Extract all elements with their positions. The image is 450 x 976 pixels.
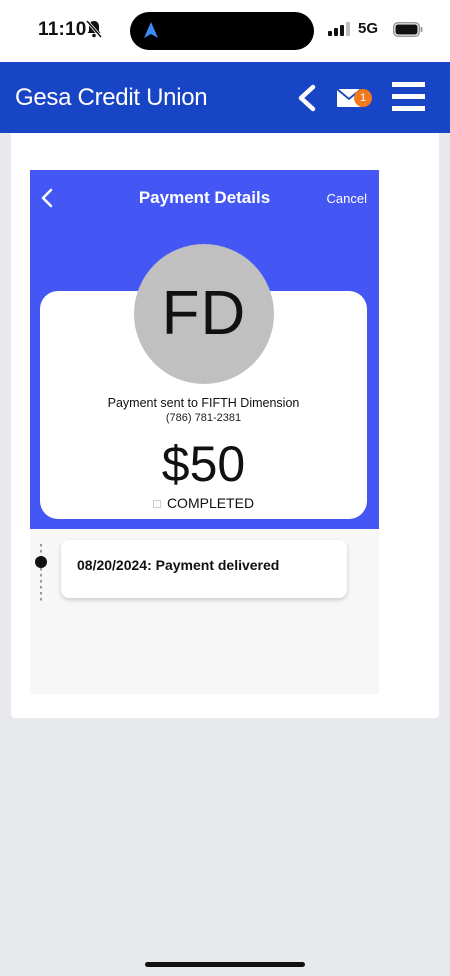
- cancel-button[interactable]: Cancel: [327, 191, 367, 206]
- location-arrow-icon: [144, 22, 158, 38]
- menu-icon-bar: [392, 94, 425, 99]
- avatar: FD: [134, 244, 274, 384]
- menu-button[interactable]: [392, 82, 425, 112]
- payment-amount: $50: [161, 436, 246, 492]
- mail-badge: 1: [354, 89, 372, 107]
- timeline-event-card: 08/20/2024: Payment delivered: [61, 540, 347, 598]
- content-card: Payment Details Cancel FD Payment sent t…: [11, 133, 439, 718]
- menu-icon-bar: [392, 82, 425, 87]
- status-bar: 11:10 5G: [0, 0, 450, 62]
- app-header: Gesa Credit Union 1: [0, 62, 450, 133]
- timeline-event-text: 08/20/2024: Payment delivered: [77, 557, 280, 573]
- brand-title: Gesa Credit Union: [15, 84, 208, 111]
- details-header-band: Payment Details Cancel FD Payment sent t…: [30, 170, 379, 529]
- payment-details-panel: Payment Details Cancel FD Payment sent t…: [30, 170, 379, 694]
- recipient-phone: (786) 781-2381: [165, 412, 242, 424]
- network-label: 5G: [358, 20, 379, 37]
- timeline-dot: [35, 556, 47, 568]
- timeline-line: [40, 544, 42, 604]
- status-label: COMPLETED: [166, 495, 255, 511]
- payment-status: COMPLETED: [40, 495, 367, 511]
- mail-button[interactable]: 1: [336, 86, 372, 110]
- recipient-text: Payment sent to FIFTH Dimension: [107, 396, 300, 410]
- home-indicator: [145, 962, 305, 967]
- back-chevron-icon[interactable]: [296, 84, 318, 112]
- status-time: 11:10: [38, 19, 87, 40]
- menu-icon-bar: [392, 106, 425, 111]
- signal-icon: [328, 22, 350, 36]
- battery-icon: [393, 22, 423, 37]
- status-checkbox-icon: [152, 500, 161, 508]
- bell-off-icon: [86, 20, 102, 38]
